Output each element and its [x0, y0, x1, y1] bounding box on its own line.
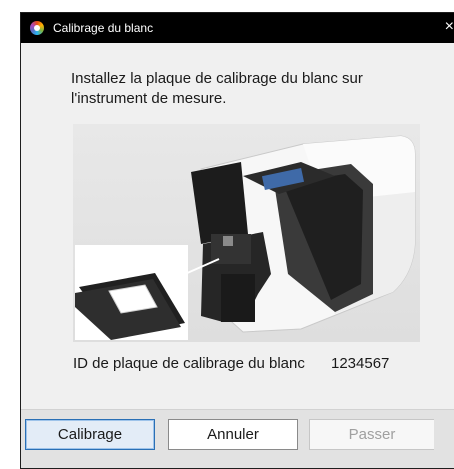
instruction-text: Installez la plaque de calibrage du blan… [71, 70, 363, 107]
app-color-wheel-icon [30, 21, 44, 35]
skip-button[interactable]: Passer [309, 419, 434, 450]
plate-id-value: 1234567 [331, 355, 390, 372]
title-bar: Calibrage du blanc × [21, 13, 454, 43]
calibration-plate-inset [75, 245, 188, 340]
close-icon[interactable]: × [442, 18, 454, 36]
white-plate-icon [75, 273, 185, 340]
instrument-image [73, 124, 420, 342]
calibration-dialog: Calibrage du blanc × Installez la plaque… [20, 12, 454, 469]
window-title: Calibrage du blanc [53, 21, 154, 35]
cancel-button[interactable]: Annuler [168, 419, 298, 450]
calibrate-button[interactable]: Calibrage [25, 419, 155, 450]
plate-id-label: ID de plaque de calibrage du blanc [73, 355, 305, 372]
